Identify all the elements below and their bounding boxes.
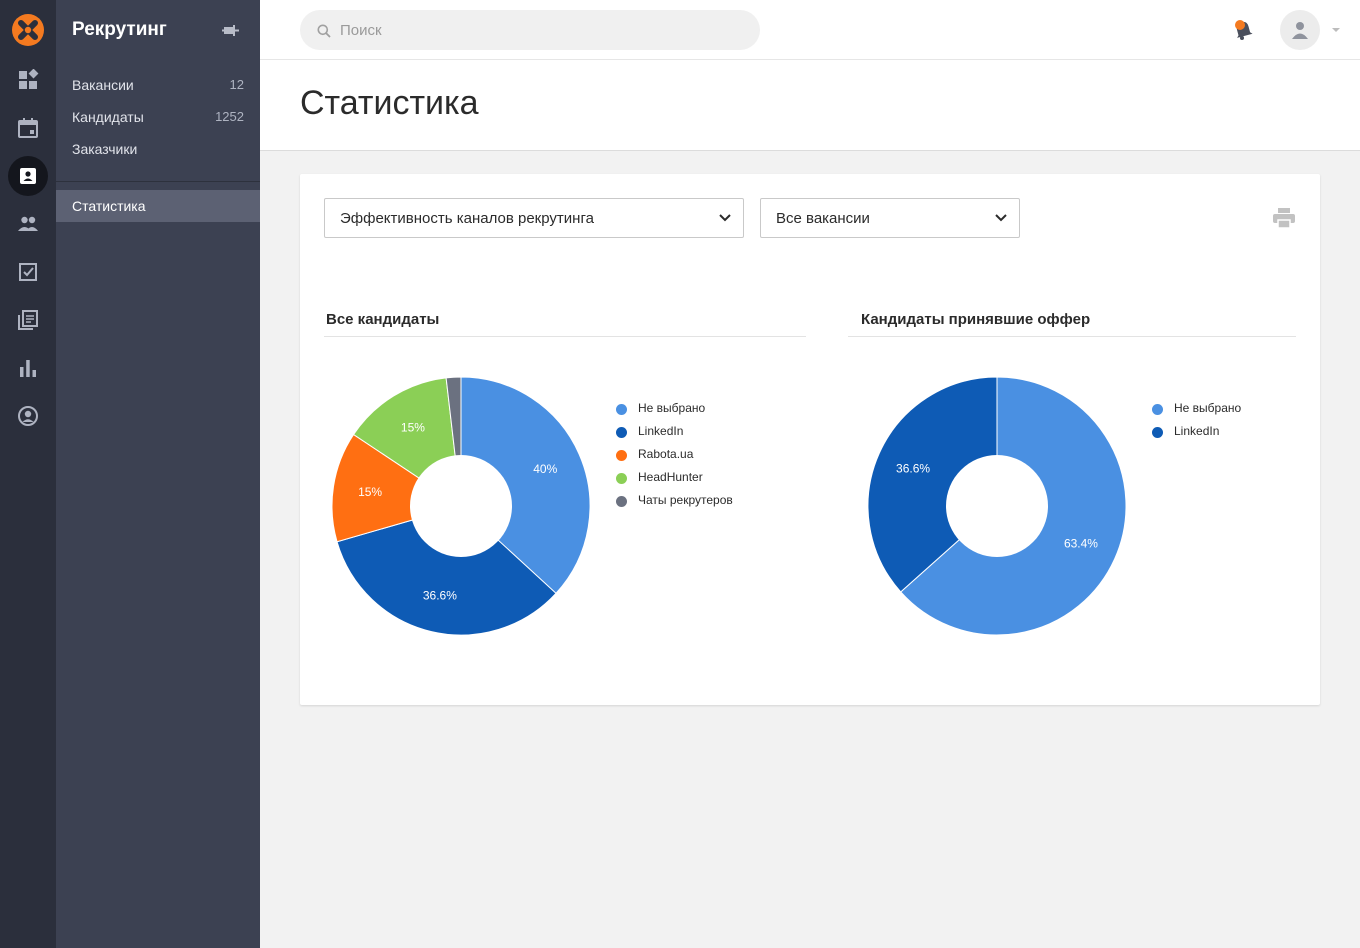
donut-hole bbox=[410, 455, 512, 557]
legend-label: Не выбрано bbox=[1174, 401, 1242, 415]
report-type-value: Эффективность каналов рекрутинга bbox=[340, 210, 594, 227]
people-icon[interactable] bbox=[8, 204, 48, 244]
sidebar-item-label: Вакансии bbox=[72, 77, 134, 93]
pie-slice-label: 63.4% bbox=[1064, 537, 1098, 551]
chart-title-divider bbox=[848, 336, 1296, 337]
legend-item[interactable]: LinkedIn bbox=[616, 424, 776, 440]
sidebar-item-count: 12 bbox=[229, 77, 244, 92]
statistics-card: Эффективность каналов рекрутинга Все вак… bbox=[300, 174, 1320, 705]
legend-swatch bbox=[616, 496, 627, 507]
chevron-down-icon bbox=[995, 214, 1007, 222]
contact-card-icon[interactable] bbox=[8, 156, 48, 196]
sidebar-item-label: Статистика bbox=[72, 198, 146, 214]
chart-title: Кандидаты принявшие оффер bbox=[861, 311, 1091, 328]
legend-item[interactable]: Не выбрано bbox=[1152, 401, 1312, 417]
search-box[interactable] bbox=[300, 10, 760, 50]
vacancy-value: Все вакансии bbox=[776, 210, 870, 227]
print-icon[interactable] bbox=[1273, 208, 1295, 228]
report-type-select[interactable]: Эффективность каналов рекрутинга bbox=[324, 198, 744, 238]
tasks-icon[interactable] bbox=[8, 252, 48, 292]
calendar-icon[interactable] bbox=[8, 108, 48, 148]
side-panel: Рекрутинг Вакансии 12 Кандидаты 1252 Зак… bbox=[56, 0, 260, 948]
search-input[interactable] bbox=[340, 10, 740, 50]
pie-slice-label: 40% bbox=[533, 462, 557, 476]
chevron-down-icon bbox=[719, 214, 731, 222]
legend-swatch bbox=[1152, 427, 1163, 438]
chevron-down-icon[interactable] bbox=[1331, 27, 1341, 33]
legend-item[interactable]: LinkedIn bbox=[1152, 424, 1312, 440]
page-header: Статистика bbox=[260, 60, 1360, 151]
account-circle-icon[interactable] bbox=[8, 396, 48, 436]
sidebar-divider bbox=[56, 181, 260, 182]
icon-rail bbox=[0, 0, 56, 948]
pie-slice-label: 36.6% bbox=[896, 461, 930, 475]
library-icon[interactable] bbox=[8, 300, 48, 340]
app-logo-icon[interactable] bbox=[12, 14, 44, 46]
legend-label: Не выбрано bbox=[638, 401, 706, 415]
legend-label: HeadHunter bbox=[638, 470, 703, 484]
section-title: Рекрутинг bbox=[72, 19, 167, 40]
legend-item[interactable]: Не выбрано bbox=[616, 401, 776, 417]
sidebar-item-candidates[interactable]: Кандидаты 1252 bbox=[72, 109, 244, 131]
chart-title: Все кандидаты bbox=[326, 311, 440, 328]
pie-slice-label: 15% bbox=[358, 485, 382, 499]
notification-bell-icon[interactable] bbox=[1232, 17, 1254, 41]
legend-label: LinkedIn bbox=[638, 424, 684, 438]
pie-slice-label: 15% bbox=[401, 421, 425, 435]
legend-label: Чаты рекрутеров bbox=[638, 493, 733, 507]
user-avatar[interactable] bbox=[1280, 10, 1320, 50]
dashboard-icon[interactable] bbox=[8, 60, 48, 100]
pin-icon[interactable] bbox=[220, 21, 240, 41]
page-title: Статистика bbox=[300, 84, 479, 122]
legend-item[interactable]: HeadHunter bbox=[616, 470, 776, 486]
legend-swatch bbox=[616, 450, 627, 461]
legend-label: Rabota.ua bbox=[638, 447, 694, 461]
search-icon bbox=[317, 24, 331, 38]
sidebar-item-vacancies[interactable]: Вакансии 12 bbox=[72, 77, 244, 99]
legend-swatch bbox=[616, 404, 627, 415]
legend-item[interactable]: Rabota.ua bbox=[616, 447, 776, 463]
accepted-offer-donut-chart: 63.4% 36.6% bbox=[867, 376, 1127, 636]
bar-chart-icon[interactable] bbox=[8, 348, 48, 388]
legend-swatch bbox=[616, 473, 627, 484]
sidebar-item-label: Кандидаты bbox=[72, 109, 144, 125]
top-bar bbox=[260, 0, 1360, 60]
sidebar-item-clients[interactable]: Заказчики bbox=[72, 141, 244, 163]
legend-label: LinkedIn bbox=[1174, 424, 1220, 438]
sidebar-item-count: 1252 bbox=[215, 109, 244, 124]
legend-item[interactable]: Чаты рекрутеров bbox=[616, 493, 776, 509]
sidebar-item-label: Заказчики bbox=[72, 141, 138, 157]
pie-slice-label: 36.6% bbox=[423, 589, 457, 603]
vacancy-select[interactable]: Все вакансии bbox=[760, 198, 1020, 238]
user-icon bbox=[1292, 22, 1308, 39]
legend-swatch bbox=[1152, 404, 1163, 415]
legend-swatch bbox=[616, 427, 627, 438]
donut-hole bbox=[946, 455, 1048, 557]
chart-title-divider bbox=[324, 336, 806, 337]
all-candidates-donut-chart: 40% 36.6% 15% 15% bbox=[331, 376, 591, 636]
sidebar-item-statistics[interactable]: Статистика bbox=[56, 190, 260, 222]
